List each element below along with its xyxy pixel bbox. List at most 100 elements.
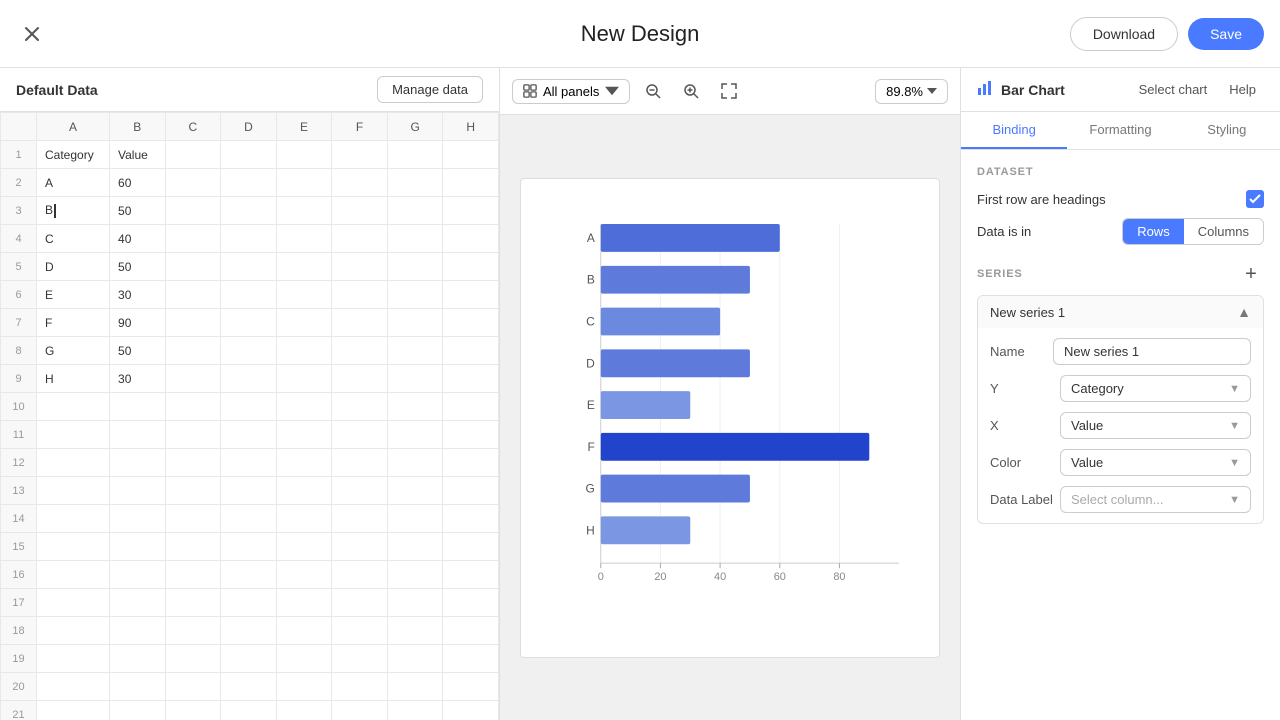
fit-button[interactable]	[714, 76, 744, 106]
cell-d-11[interactable]	[221, 421, 277, 449]
cell-b-18[interactable]	[110, 617, 166, 645]
cell-b-5[interactable]: 50	[110, 253, 166, 281]
cell-d-9[interactable]	[221, 365, 277, 393]
cell-d-2[interactable]	[221, 169, 277, 197]
cell-e-9[interactable]	[276, 365, 332, 393]
cell-f-2[interactable]	[332, 169, 388, 197]
cell-d-13[interactable]	[221, 477, 277, 505]
cell-g-9[interactable]	[387, 365, 443, 393]
col-header-A[interactable]: A	[37, 113, 110, 141]
cell-c-7[interactable]	[165, 309, 221, 337]
cell-c-9[interactable]	[165, 365, 221, 393]
cell-b-11[interactable]	[110, 421, 166, 449]
cell-b-3[interactable]: 50	[110, 197, 166, 225]
cell-d-20[interactable]	[221, 673, 277, 701]
tab-binding[interactable]: Binding	[961, 112, 1067, 149]
cell-f-16[interactable]	[332, 561, 388, 589]
cell-h-10[interactable]	[443, 393, 499, 421]
cell-f-7[interactable]	[332, 309, 388, 337]
cell-e-5[interactable]	[276, 253, 332, 281]
cell-b-9[interactable]: 30	[110, 365, 166, 393]
field-y-select[interactable]: Category ▼	[1060, 375, 1251, 402]
cell-g-2[interactable]	[387, 169, 443, 197]
cell-a-8[interactable]: G	[37, 337, 110, 365]
cell-a-15[interactable]	[37, 533, 110, 561]
cell-c-19[interactable]	[165, 645, 221, 673]
cell-f-14[interactable]	[332, 505, 388, 533]
cell-c-21[interactable]	[165, 701, 221, 720]
cell-a-7[interactable]: F	[37, 309, 110, 337]
cell-f-18[interactable]	[332, 617, 388, 645]
cell-g-5[interactable]	[387, 253, 443, 281]
col-header-B[interactable]: B	[110, 113, 166, 141]
select-chart-button[interactable]: Select chart	[1131, 78, 1216, 101]
download-button[interactable]: Download	[1070, 17, 1178, 51]
cell-h-12[interactable]	[443, 449, 499, 477]
cell-g-10[interactable]	[387, 393, 443, 421]
cell-c-6[interactable]	[165, 281, 221, 309]
field-name-input[interactable]	[1053, 338, 1251, 365]
col-header-E[interactable]: E	[276, 113, 332, 141]
cell-e-15[interactable]	[276, 533, 332, 561]
cell-e-11[interactable]	[276, 421, 332, 449]
cell-c-20[interactable]	[165, 673, 221, 701]
cell-f-13[interactable]	[332, 477, 388, 505]
cell-e-12[interactable]	[276, 449, 332, 477]
cell-h-9[interactable]	[443, 365, 499, 393]
cell-b-15[interactable]	[110, 533, 166, 561]
cell-a-11[interactable]	[37, 421, 110, 449]
cell-c-12[interactable]	[165, 449, 221, 477]
cell-b-10[interactable]	[110, 393, 166, 421]
cell-d-18[interactable]	[221, 617, 277, 645]
cell-b-13[interactable]	[110, 477, 166, 505]
cell-f-20[interactable]	[332, 673, 388, 701]
zoom-out-button[interactable]	[638, 76, 668, 106]
cell-b-16[interactable]	[110, 561, 166, 589]
save-button[interactable]: Save	[1188, 18, 1264, 50]
cell-e-21[interactable]	[276, 701, 332, 720]
cell-h-4[interactable]	[443, 225, 499, 253]
cell-b-12[interactable]	[110, 449, 166, 477]
cell-h-19[interactable]	[443, 645, 499, 673]
cell-f-8[interactable]	[332, 337, 388, 365]
cell-a-12[interactable]	[37, 449, 110, 477]
cell-d-7[interactable]	[221, 309, 277, 337]
cell-e-2[interactable]	[276, 169, 332, 197]
cell-e-3[interactable]	[276, 197, 332, 225]
series-item-1-header[interactable]: New series 1 ▲	[978, 296, 1263, 328]
cell-g-21[interactable]	[387, 701, 443, 720]
zoom-in-button[interactable]	[676, 76, 706, 106]
cell-d-4[interactable]	[221, 225, 277, 253]
cell-f-9[interactable]	[332, 365, 388, 393]
cell-c-13[interactable]	[165, 477, 221, 505]
cell-a-14[interactable]	[37, 505, 110, 533]
cell-g-18[interactable]	[387, 617, 443, 645]
cell-c-10[interactable]	[165, 393, 221, 421]
cell-b-4[interactable]: 40	[110, 225, 166, 253]
cell-a-1[interactable]: Category	[37, 141, 110, 169]
cell-c-18[interactable]	[165, 617, 221, 645]
cell-c-16[interactable]	[165, 561, 221, 589]
cell-h-8[interactable]	[443, 337, 499, 365]
field-datalabel-select[interactable]: Select column... ▼	[1060, 486, 1251, 513]
cell-d-1[interactable]	[221, 141, 277, 169]
cell-g-7[interactable]	[387, 309, 443, 337]
cell-f-4[interactable]	[332, 225, 388, 253]
cell-d-15[interactable]	[221, 533, 277, 561]
manage-data-button[interactable]: Manage data	[377, 76, 483, 103]
cell-g-19[interactable]	[387, 645, 443, 673]
cell-c-14[interactable]	[165, 505, 221, 533]
cell-f-5[interactable]	[332, 253, 388, 281]
cell-d-12[interactable]	[221, 449, 277, 477]
cell-a-19[interactable]	[37, 645, 110, 673]
cell-a-16[interactable]	[37, 561, 110, 589]
cell-e-14[interactable]	[276, 505, 332, 533]
cell-f-17[interactable]	[332, 589, 388, 617]
cell-c-17[interactable]	[165, 589, 221, 617]
col-header-C[interactable]: C	[165, 113, 221, 141]
cell-d-16[interactable]	[221, 561, 277, 589]
cell-d-14[interactable]	[221, 505, 277, 533]
add-series-button[interactable]: +	[1238, 261, 1264, 287]
zoom-select[interactable]: 89.8%	[875, 79, 948, 104]
cell-c-3[interactable]	[165, 197, 221, 225]
